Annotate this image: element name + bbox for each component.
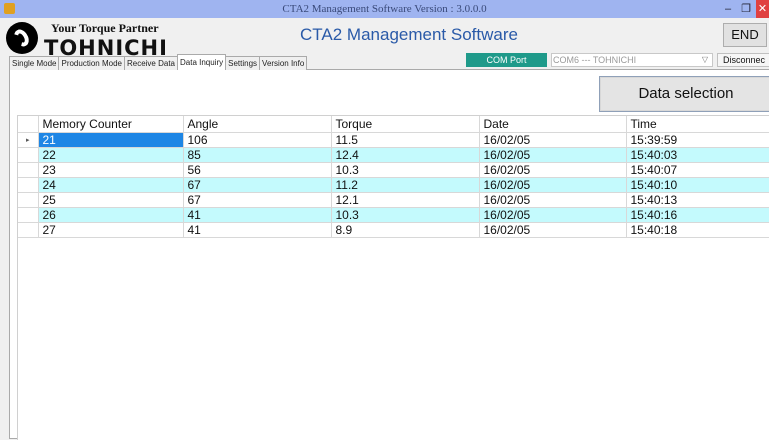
com-port-label: COM Port (466, 53, 547, 67)
column-header-time[interactable]: Time (626, 116, 769, 133)
row-header[interactable] (18, 207, 39, 223)
cell-angle[interactable]: 41 (183, 207, 332, 223)
row-header[interactable] (18, 147, 39, 163)
app-title: CTA2 Management Software (300, 25, 518, 44)
row-header[interactable] (18, 222, 39, 238)
row-header[interactable] (18, 162, 39, 178)
cell-memory-counter[interactable]: 26 (38, 207, 184, 223)
cell-angle[interactable]: 41 (183, 222, 332, 238)
row-header-corner (18, 116, 39, 133)
cell-date[interactable]: 16/02/05 (479, 192, 627, 208)
cell-angle[interactable]: 106 (183, 132, 332, 148)
tab-single-mode[interactable]: Single Mode (9, 56, 60, 70)
table-row[interactable]: ▸ 21 106 11.5 16/02/05 15:39:59 (18, 132, 769, 148)
tab-receive-data[interactable]: Receive Data (123, 56, 178, 70)
cell-time[interactable]: 15:40:10 (626, 177, 769, 193)
data-grid[interactable]: Memory Counter Angle Torque Date Time ▸ … (17, 115, 769, 440)
com-port-select[interactable]: COM6 --- TOHNICHI ▽ (551, 53, 713, 67)
row-header[interactable] (18, 177, 39, 193)
cell-time[interactable]: 15:40:16 (626, 207, 769, 223)
com-port-value: COM6 --- TOHNICHI (553, 55, 637, 65)
cell-memory-counter[interactable]: 22 (38, 147, 184, 163)
cell-torque[interactable]: 11.2 (331, 177, 480, 193)
cell-time[interactable]: 15:40:07 (626, 162, 769, 178)
cell-memory-counter[interactable]: 27 (38, 222, 184, 238)
table-row[interactable]: 22 85 12.4 16/02/05 15:40:03 (18, 147, 769, 163)
column-header-angle[interactable]: Angle (183, 116, 332, 133)
tab-strip: Single Mode Production Mode Receive Data… (9, 54, 308, 70)
data-table: Memory Counter Angle Torque Date Time ▸ … (18, 116, 769, 238)
cell-torque[interactable]: 10.3 (331, 162, 480, 178)
cell-angle[interactable]: 56 (183, 162, 332, 178)
cell-torque[interactable]: 10.3 (331, 207, 480, 223)
cell-memory-counter[interactable]: 21 (38, 132, 184, 148)
cell-time[interactable]: 15:40:13 (626, 192, 769, 208)
cell-date[interactable]: 16/02/05 (479, 162, 627, 178)
data-selection-button[interactable]: Data selection (599, 76, 769, 112)
cell-angle[interactable]: 85 (183, 147, 332, 163)
row-header[interactable] (18, 192, 39, 208)
column-header-torque[interactable]: Torque (331, 116, 480, 133)
minimize-button[interactable]: – (720, 0, 736, 18)
tab-production-mode[interactable]: Production Mode (58, 56, 125, 70)
close-button[interactable]: ✕ (756, 0, 769, 18)
window-title: CTA2 Management Software Version : 3.0.0… (282, 3, 487, 15)
chevron-down-icon[interactable]: ▽ (702, 54, 708, 66)
cell-torque[interactable]: 12.4 (331, 147, 480, 163)
title-bar: CTA2 Management Software Version : 3.0.0… (0, 0, 769, 18)
column-header-date[interactable]: Date (479, 116, 627, 133)
cell-memory-counter[interactable]: 25 (38, 192, 184, 208)
cell-date[interactable]: 16/02/05 (479, 147, 627, 163)
header-row: Memory Counter Angle Torque Date Time (18, 116, 769, 133)
cell-date[interactable]: 16/02/05 (479, 207, 627, 223)
cell-date[interactable]: 16/02/05 (479, 222, 627, 238)
cell-date[interactable]: 16/02/05 (479, 177, 627, 193)
table-row[interactable]: 25 67 12.1 16/02/05 15:40:13 (18, 192, 769, 208)
cell-date[interactable]: 16/02/05 (479, 132, 627, 148)
disconnect-button[interactable]: Disconnec (717, 53, 769, 67)
tab-data-inquiry[interactable]: Data Inquiry (177, 54, 227, 70)
tagline: Your Torque Partner (51, 21, 159, 35)
cell-time[interactable]: 15:40:18 (626, 222, 769, 238)
table-row[interactable]: 23 56 10.3 16/02/05 15:40:07 (18, 162, 769, 178)
cell-torque[interactable]: 11.5 (331, 132, 480, 148)
maximize-button[interactable]: ❐ (738, 0, 754, 18)
tab-settings[interactable]: Settings (225, 56, 261, 70)
cell-torque[interactable]: 12.1 (331, 192, 480, 208)
cell-torque[interactable]: 8.9 (331, 222, 480, 238)
table-row[interactable]: 24 67 11.2 16/02/05 15:40:10 (18, 177, 769, 193)
table-row[interactable]: 27 41 8.9 16/02/05 15:40:18 (18, 222, 769, 238)
cell-memory-counter[interactable]: 24 (38, 177, 184, 193)
tohnichi-logo-icon (6, 22, 38, 54)
tab-version-info[interactable]: Version Info (259, 56, 308, 70)
cell-angle[interactable]: 67 (183, 192, 332, 208)
table-row[interactable]: 26 41 10.3 16/02/05 15:40:16 (18, 207, 769, 223)
end-button[interactable]: END (723, 23, 767, 47)
cell-memory-counter[interactable]: 23 (38, 162, 184, 178)
current-row-arrow-icon: ▸ (18, 132, 39, 148)
column-header-memory-counter[interactable]: Memory Counter (38, 116, 184, 133)
cell-time[interactable]: 15:39:59 (626, 132, 769, 148)
cell-time[interactable]: 15:40:03 (626, 147, 769, 163)
cell-angle[interactable]: 67 (183, 177, 332, 193)
